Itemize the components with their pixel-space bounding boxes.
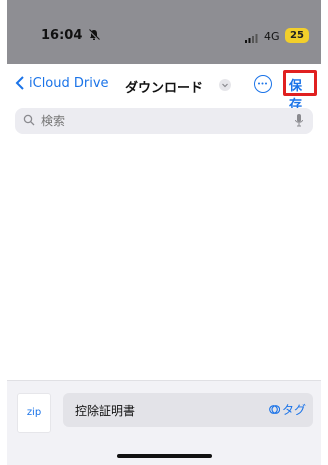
bell-slash-icon bbox=[88, 29, 100, 41]
save-panel: zip タグ bbox=[7, 380, 321, 465]
status-bar: 16:04 4G 25 bbox=[7, 0, 321, 64]
phone-screen: 16:04 4G 25 iCloud Drive ダウンロード 保存 検索 zi… bbox=[7, 0, 321, 465]
home-indicator bbox=[117, 454, 212, 458]
save-button[interactable]: 保存 bbox=[283, 70, 317, 113]
filename-input[interactable] bbox=[75, 400, 235, 420]
file-thumbnail: zip bbox=[17, 393, 51, 433]
mic-icon[interactable] bbox=[293, 113, 305, 129]
signal-icon bbox=[245, 34, 258, 43]
back-button[interactable]: iCloud Drive bbox=[15, 75, 109, 91]
status-time: 16:04 bbox=[41, 28, 83, 43]
chevron-left-icon bbox=[15, 76, 24, 90]
tag-button[interactable]: タグ bbox=[269, 401, 306, 418]
search-bar[interactable] bbox=[15, 108, 313, 134]
back-label: iCloud Drive bbox=[29, 75, 109, 91]
chevron-down-icon[interactable] bbox=[219, 79, 231, 91]
nav-bar: iCloud Drive ダウンロード 保存 bbox=[7, 64, 321, 113]
file-list-area bbox=[7, 144, 321, 380]
search-icon bbox=[23, 114, 35, 126]
tag-label: タグ bbox=[282, 403, 307, 417]
filename-field[interactable]: タグ bbox=[63, 393, 313, 427]
battery-indicator: 25 bbox=[285, 28, 309, 43]
more-button[interactable] bbox=[254, 75, 272, 93]
search-input[interactable] bbox=[41, 111, 281, 131]
save-sheet: iCloud Drive ダウンロード 保存 検索 zip 控除証明書 タグ bbox=[7, 64, 321, 465]
tag-icon bbox=[269, 405, 280, 414]
more-icon bbox=[258, 82, 267, 85]
network-type: 4G bbox=[264, 30, 280, 43]
folder-title[interactable]: ダウンロード bbox=[125, 77, 203, 96]
